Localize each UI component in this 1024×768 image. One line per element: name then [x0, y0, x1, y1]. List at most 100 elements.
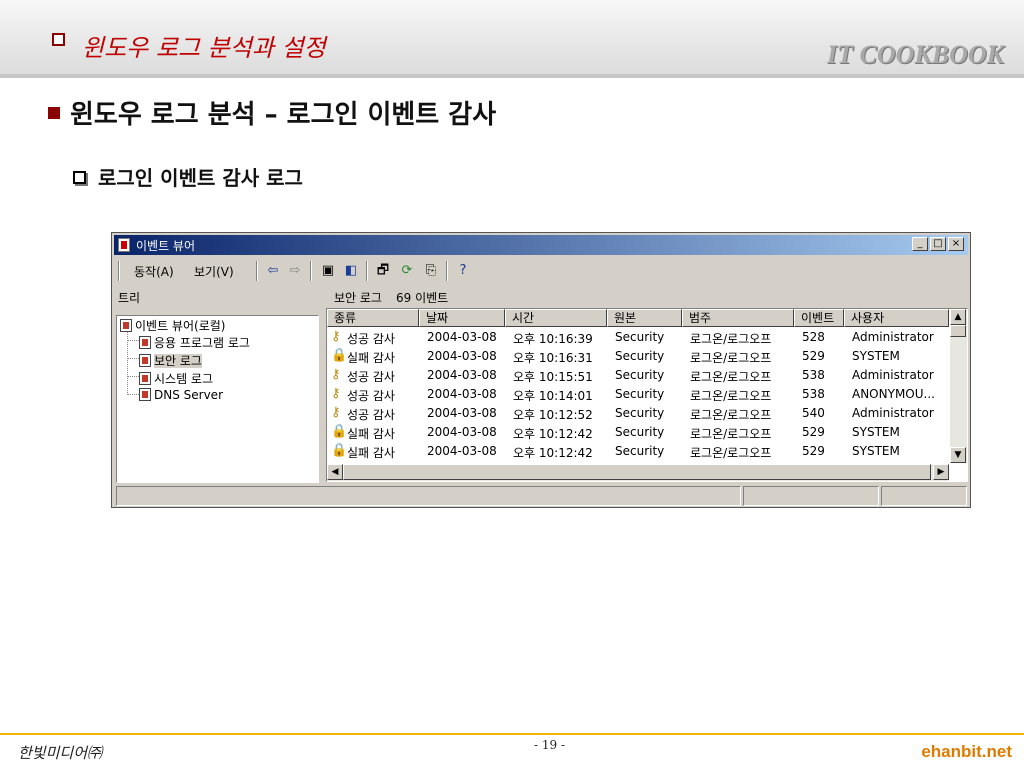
maximize-button[interactable]: □	[930, 237, 946, 251]
column-header-time[interactable]: 시간	[505, 309, 607, 327]
toolbar-separator	[446, 261, 448, 281]
cell-source: Security	[615, 444, 665, 458]
lock-icon: 🔒	[331, 443, 348, 458]
cell-user: SYSTEM	[852, 425, 900, 439]
log-event-count: 69 이벤트	[395, 291, 449, 305]
lock-icon: 🔒	[331, 424, 348, 439]
header-divider	[0, 74, 1024, 78]
cell-source: Security	[615, 368, 665, 382]
horizontal-scroll-thumb[interactable]	[343, 464, 931, 480]
window-titlebar[interactable]: 이벤트 뷰어 _ □ ×	[114, 235, 968, 255]
tree-item-dns-server[interactable]: DNS Server	[139, 388, 223, 402]
column-header-event[interactable]: 이벤트	[794, 309, 844, 327]
menu-view[interactable]: 보기(V)	[194, 263, 234, 280]
back-arrow-icon[interactable]: ⇦	[264, 263, 282, 279]
cell-source: Security	[615, 406, 665, 420]
cell-time: 오후 10:14:01	[513, 389, 593, 403]
column-header-type[interactable]: 종류	[327, 309, 419, 327]
cell-category: 로그온/로그오프	[690, 389, 772, 403]
menu-toolbar: 동작(A) 보기(V) ⇦ ⇨ ▣ ◧ 🗗 ⟳ ⎘ ?	[114, 258, 968, 284]
cell-type: 실패 감사	[347, 446, 395, 460]
event-row[interactable]: ⚷ 성공 감사 2004-03-08 오후 10:15:51 Security 로그온/로…	[327, 366, 949, 385]
minimize-button[interactable]: _	[912, 237, 928, 251]
tree-item-system-log[interactable]: 시스템 로그	[139, 370, 213, 387]
show-hide-tree-icon[interactable]: ◧	[342, 263, 360, 279]
refresh-icon[interactable]: ⟳	[398, 263, 416, 279]
checkbox-bullet-icon	[52, 33, 65, 46]
slide-heading-text: 윈도우 로그 분석 – 로그인 이벤트 감사	[70, 100, 497, 130]
cell-event: 529	[802, 425, 825, 439]
toolbar-separator	[366, 261, 368, 281]
key-icon: ⚷	[331, 405, 341, 420]
cell-date: 2004-03-08	[427, 444, 497, 458]
event-list: 종류 날짜 시간 원본 범주 이벤트 사용자 ⚷ 성공 감사 2004-03-08 오…	[326, 308, 968, 482]
event-viewer-icon	[118, 238, 130, 252]
menu-action[interactable]: 동작(A)	[134, 263, 174, 280]
event-row[interactable]: ⚷ 성공 감사 2004-03-08 오후 10:12:52 Security 로그온/로…	[327, 404, 949, 423]
cell-date: 2004-03-08	[427, 349, 497, 363]
column-header-user[interactable]: 사용자	[844, 309, 949, 327]
scroll-up-arrow-icon[interactable]: ▲	[950, 309, 966, 325]
scroll-left-arrow-icon[interactable]: ◀	[327, 464, 343, 480]
log-name: 보안 로그	[334, 291, 382, 305]
cell-date: 2004-03-08	[427, 330, 497, 344]
cell-date: 2004-03-08	[427, 368, 497, 382]
tree-item-application-log[interactable]: 응용 프로그램 로그	[139, 334, 250, 351]
close-button[interactable]: ×	[948, 237, 964, 251]
column-header-source[interactable]: 원본	[607, 309, 682, 327]
cell-time: 오후 10:12:52	[513, 408, 593, 422]
window-title: 이벤트 뷰어	[136, 239, 196, 253]
forward-arrow-icon[interactable]: ⇨	[286, 263, 304, 279]
vertical-scroll-thumb[interactable]	[950, 325, 966, 337]
properties-icon[interactable]: 🗗	[374, 263, 392, 279]
tree-root[interactable]: 이벤트 뷰어(로컬)	[120, 317, 225, 334]
cell-category: 로그온/로그오프	[690, 370, 772, 384]
cell-source: Security	[615, 349, 665, 363]
event-row[interactable]: 🔒 실패 감사 2004-03-08 오후 10:12:42 Security 로그온/로…	[327, 423, 949, 442]
help-icon[interactable]: ?	[454, 263, 472, 279]
horizontal-scrollbar[interactable]: ◀ ▶	[327, 464, 949, 481]
cell-type: 성공 감사	[347, 332, 395, 346]
column-header-date[interactable]: 날짜	[419, 309, 505, 327]
scroll-right-arrow-icon[interactable]: ▶	[933, 464, 949, 480]
cell-time: 오후 10:12:42	[513, 446, 593, 460]
event-row[interactable]: 🔒 실패 감사 2004-03-08 오후 10:16:31 Security 로그온/로…	[327, 347, 949, 366]
tree-connector	[127, 394, 139, 395]
footer-divider	[0, 733, 1024, 735]
tree-pane-label: 트리	[118, 291, 141, 305]
cell-user: SYSTEM	[852, 444, 900, 458]
cell-user: ANONYMOU...	[852, 387, 935, 401]
event-row[interactable]: 🔒 실패 감사 2004-03-08 오후 10:12:42 Security 로그온/로…	[327, 442, 949, 461]
cell-category: 로그온/로그오프	[690, 446, 772, 460]
column-header-category[interactable]: 범주	[682, 309, 794, 327]
log-file-icon	[139, 388, 151, 401]
event-viewer-window: 이벤트 뷰어 _ □ × 동작(A) 보기(V) ⇦ ⇨ ▣ ◧ 🗗 ⟳ ⎘ ?…	[111, 232, 971, 508]
slide-subheading: 로그인 이벤트 감사 로그	[73, 162, 303, 191]
export-list-icon[interactable]: ⎘	[422, 263, 440, 279]
cell-type: 실패 감사	[347, 351, 395, 365]
key-icon: ⚷	[331, 367, 341, 382]
tree-connector	[127, 340, 139, 341]
tree-item-security-log[interactable]: 보안 로그	[139, 352, 202, 369]
toolbar-grip	[118, 261, 120, 281]
cell-user: Administrator	[852, 406, 934, 420]
cell-source: Security	[615, 425, 665, 439]
vertical-scrollbar[interactable]: ▲ ▼	[950, 309, 967, 463]
status-panel-middle	[743, 486, 879, 506]
tree-pane: 이벤트 뷰어(로컬) 응용 프로그램 로그 보안 로그 시스템 로그 DNS S…	[116, 315, 319, 483]
cell-event: 538	[802, 387, 825, 401]
cell-date: 2004-03-08	[427, 425, 497, 439]
up-folder-icon[interactable]: ▣	[319, 263, 337, 279]
brand-logo: IT COOKBOOK	[827, 40, 1004, 69]
slide-subheading-text: 로그인 이벤트 감사 로그	[98, 166, 303, 190]
scroll-down-arrow-icon[interactable]: ▼	[950, 447, 966, 463]
cell-date: 2004-03-08	[427, 387, 497, 401]
cell-time: 오후 10:16:31	[513, 351, 593, 365]
cell-type: 성공 감사	[347, 370, 395, 384]
cell-category: 로그온/로그오프	[690, 427, 772, 441]
cell-source: Security	[615, 330, 665, 344]
event-row[interactable]: ⚷ 성공 감사 2004-03-08 오후 10:16:39 Security 로그온/로…	[327, 328, 949, 347]
event-row[interactable]: ⚷ 성공 감사 2004-03-08 오후 10:14:01 Security 로그온/로…	[327, 385, 949, 404]
cell-date: 2004-03-08	[427, 406, 497, 420]
cell-category: 로그온/로그오프	[690, 408, 772, 422]
